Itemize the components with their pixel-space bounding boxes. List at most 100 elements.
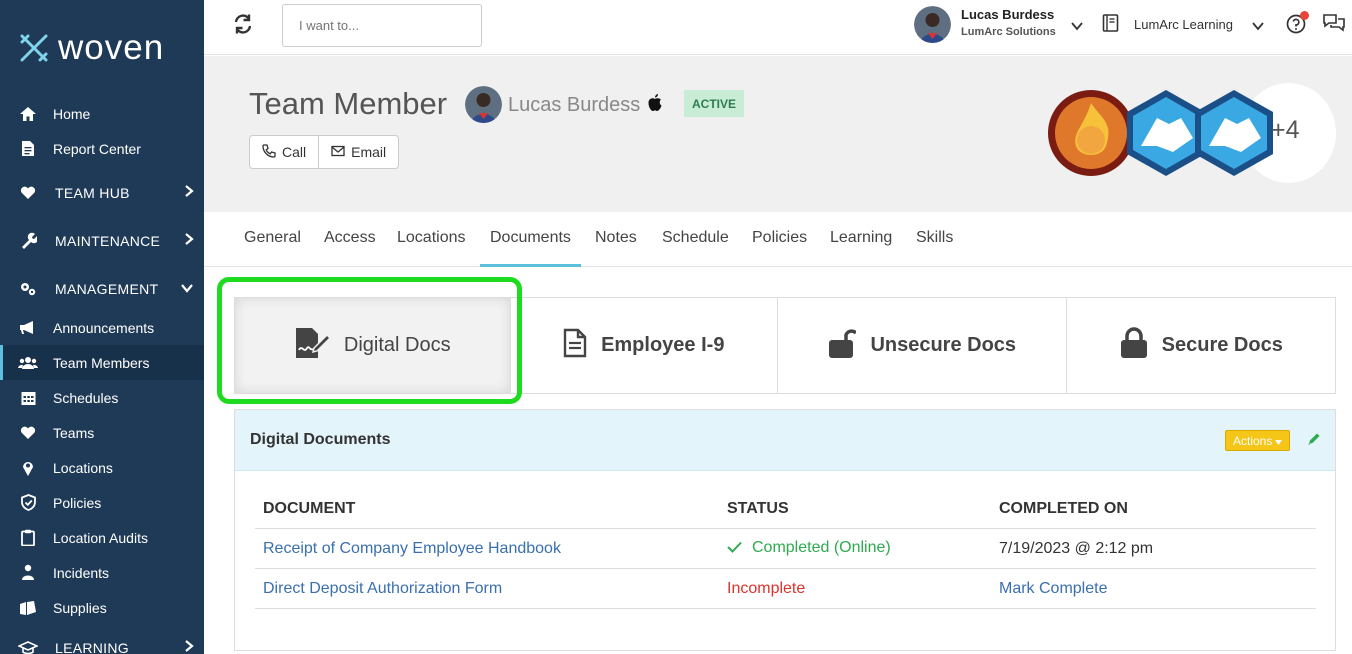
chevron-right-icon — [184, 232, 194, 249]
document-link[interactable]: Receipt of Company Employee Handbook — [263, 540, 561, 557]
top-bar: Lucas Burdess LumArc Solutions LumArc Le… — [204, 0, 1352, 55]
wrench-icon — [18, 231, 38, 251]
sidebar-item-locations[interactable]: Locations — [0, 450, 204, 485]
document-link[interactable]: Direct Deposit Authorization Form — [263, 580, 502, 597]
achievement-badges[interactable]: +4 — [1046, 83, 1336, 183]
brand-name: woven — [58, 28, 165, 67]
search-input[interactable] — [282, 4, 482, 47]
sidebar-section-label: MANAGEMENT — [55, 280, 159, 297]
call-label: Call — [282, 144, 307, 160]
completed-on-text: 7/19/2023 @ 2:12 pm — [999, 539, 1154, 557]
sidebar-item-report-center[interactable]: Report Center — [0, 131, 204, 166]
tile-digital-docs[interactable]: Digital Docs — [235, 298, 511, 393]
tile-label: Unsecure Docs — [870, 334, 1017, 356]
caret-down-icon — [1275, 434, 1283, 448]
sidebar-item-announcements[interactable]: Announcements — [0, 310, 204, 345]
sidebar-item-schedules[interactable]: Schedules — [0, 380, 204, 415]
column-header-document: DOCUMENT — [255, 490, 719, 529]
refresh-icon[interactable] — [232, 13, 254, 40]
sidebar-item-policies[interactable]: Policies — [0, 485, 204, 520]
tab-schedule[interactable]: Schedule — [662, 229, 729, 247]
megaphone-icon — [18, 318, 38, 338]
tab-documents[interactable]: Documents — [480, 229, 581, 267]
heart-icon — [18, 183, 38, 203]
member-name: Lucas Burdess — [508, 94, 641, 116]
woven-logo[interactable]: woven — [18, 28, 164, 68]
apple-icon — [647, 93, 663, 117]
graduation-cap-icon — [18, 638, 38, 654]
tab-policies[interactable]: Policies — [752, 229, 807, 247]
user-name[interactable]: Lucas Burdess — [961, 7, 1054, 22]
sidebar-item-incidents[interactable]: Incidents — [0, 555, 204, 590]
table-header-row: DOCUMENT STATUS COMPLETED ON — [255, 490, 1316, 529]
sidebar-section-team-hub[interactable]: TEAM HUB — [0, 175, 204, 210]
users-icon — [18, 353, 38, 373]
sidebar-item-label: Teams — [53, 424, 95, 441]
sidebar-section-learning[interactable]: LEARNING — [0, 630, 204, 654]
actions-label: Actions — [1233, 433, 1273, 448]
sidebar-item-label: Announcements — [53, 319, 155, 336]
tab-notes[interactable]: Notes — [595, 229, 637, 247]
shield-icon — [18, 493, 38, 513]
chevron-down-icon — [180, 280, 194, 296]
column-header-completed-on: COMPLETED ON — [991, 490, 1316, 529]
sidebar-item-label: Schedules — [53, 389, 119, 406]
handshake-badge-icon — [1195, 90, 1273, 176]
sidebar-item-location-audits[interactable]: Location Audits — [0, 520, 204, 555]
clipboard-icon — [18, 528, 38, 548]
sidebar-section-label: MAINTENANCE — [55, 232, 161, 249]
unlock-icon — [828, 327, 858, 365]
envelope-icon — [331, 144, 345, 160]
calendar-icon — [18, 388, 38, 408]
tile-label: Employee I-9 — [601, 334, 725, 356]
actions-dropdown-button[interactable]: Actions — [1225, 430, 1291, 451]
pencil-icon[interactable] — [1307, 432, 1321, 451]
email-label: Email — [351, 144, 387, 160]
contact-button-group: Call Email — [249, 135, 400, 169]
tab-skills[interactable]: Skills — [916, 229, 953, 247]
sidebar-section-maintenance[interactable]: MAINTENANCE — [0, 223, 204, 258]
chevron-down-icon[interactable] — [1070, 18, 1084, 36]
report-icon — [18, 139, 38, 159]
chevron-right-icon — [184, 184, 194, 201]
mark-complete-link[interactable]: Mark Complete — [999, 580, 1107, 597]
sidebar-item-teams[interactable]: Teams — [0, 415, 204, 450]
sidebar-item-label: Locations — [53, 459, 113, 476]
tile-label: Secure Docs — [1161, 334, 1283, 356]
org-switcher[interactable]: LumArc Learning — [1134, 17, 1233, 32]
sidebar-item-label: Home — [53, 105, 91, 122]
sidebar-section-management[interactable]: MANAGEMENT — [0, 271, 204, 306]
chat-icon[interactable] — [1322, 12, 1346, 39]
member-avatar — [465, 86, 502, 123]
tab-locations[interactable]: Locations — [397, 229, 466, 247]
table-row: Direct Deposit Authorization Form Incomp… — [255, 568, 1316, 609]
sidebar-item-label: Location Audits — [53, 529, 148, 546]
file-text-icon — [563, 328, 587, 364]
tab-learning[interactable]: Learning — [830, 229, 892, 247]
sidebar-section-label: TEAM HUB — [55, 184, 130, 201]
notification-dot — [1300, 11, 1309, 20]
column-header-status: STATUS — [719, 490, 991, 529]
sidebar-item-supplies[interactable]: Supplies — [0, 590, 204, 625]
email-button[interactable]: Email — [318, 136, 398, 168]
tile-employee-i9[interactable]: Employee I-9 — [511, 298, 779, 393]
avatar[interactable] — [914, 6, 951, 43]
cogs-icon — [18, 279, 38, 299]
tab-access[interactable]: Access — [324, 229, 376, 247]
call-button[interactable]: Call — [250, 136, 318, 168]
phone-icon — [262, 143, 276, 161]
chevron-down-icon[interactable] — [1251, 18, 1265, 36]
tab-general[interactable]: General — [244, 229, 301, 247]
lock-icon — [1120, 326, 1148, 365]
status-badge: ACTIVE — [684, 90, 745, 117]
tile-unsecure-docs[interactable]: Unsecure Docs — [778, 298, 1068, 393]
signature-doc-icon — [294, 326, 331, 366]
tile-secure-docs[interactable]: Secure Docs — [1067, 298, 1335, 393]
panel-title: Digital Documents — [250, 431, 391, 448]
sidebar-item-label: Supplies — [53, 599, 107, 616]
sidebar-item-team-members[interactable]: Team Members — [0, 345, 204, 380]
sidebar-item-home[interactable]: Home — [0, 96, 204, 131]
page-title: Team Member — [249, 86, 448, 121]
tile-label: Digital Docs — [343, 334, 451, 356]
status-text: Completed (Online) — [752, 539, 891, 556]
